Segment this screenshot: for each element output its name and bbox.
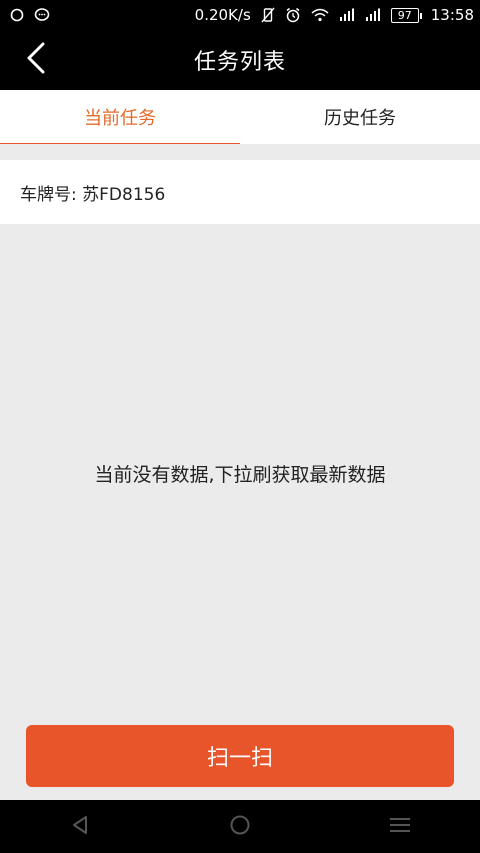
signal-icon xyxy=(339,8,355,22)
wifi-icon xyxy=(311,8,329,22)
plate-number-row: 车牌号: 苏FD8156 xyxy=(0,160,480,224)
chevron-left-icon xyxy=(25,42,47,78)
system-menu-button[interactable] xyxy=(370,807,430,847)
tab-history-tasks[interactable]: 历史任务 xyxy=(240,90,480,144)
empty-state-message: 当前没有数据,下拉刷获取最新数据 xyxy=(94,464,386,486)
tab-current-tasks[interactable]: 当前任务 xyxy=(0,90,240,147)
system-navigation-bar xyxy=(0,800,480,853)
battery-icon: 97 xyxy=(390,7,422,23)
scan-button[interactable]: 扫一扫 xyxy=(26,725,454,787)
divider xyxy=(0,144,480,160)
chat-bubble-icon xyxy=(34,8,50,22)
page-title: 任务列表 xyxy=(193,50,286,75)
status-bar-right: 0.20K/s 97 13:58 xyxy=(195,6,474,24)
status-bar-left xyxy=(10,8,50,22)
plate-number-label: 车牌号: 苏FD8156 xyxy=(20,184,166,205)
tab-bar: 当前任务 历史任务 xyxy=(0,90,480,147)
tab-label: 当前任务 xyxy=(84,108,156,129)
battery-level: 97 xyxy=(397,8,412,22)
system-home-button[interactable] xyxy=(210,807,270,847)
network-speed: 0.20K/s xyxy=(194,6,251,24)
signal-icon xyxy=(365,8,381,22)
alarm-icon xyxy=(285,7,301,23)
menu-lines-icon xyxy=(389,816,411,838)
circle-notification-icon xyxy=(10,8,24,22)
system-back-button[interactable] xyxy=(50,807,110,847)
home-circle-icon xyxy=(229,814,251,840)
task-list[interactable]: 当前没有数据,下拉刷获取最新数据 扫一扫 xyxy=(0,224,480,800)
status-bar: 0.20K/s 97 13:58 xyxy=(0,0,480,30)
clock: 13:58 xyxy=(430,6,474,24)
back-triangle-icon xyxy=(71,815,89,839)
tab-label: 历史任务 xyxy=(324,108,396,129)
title-bar: 任务列表 xyxy=(0,30,480,90)
vibrate-off-icon xyxy=(261,7,275,23)
back-button[interactable] xyxy=(14,38,58,82)
